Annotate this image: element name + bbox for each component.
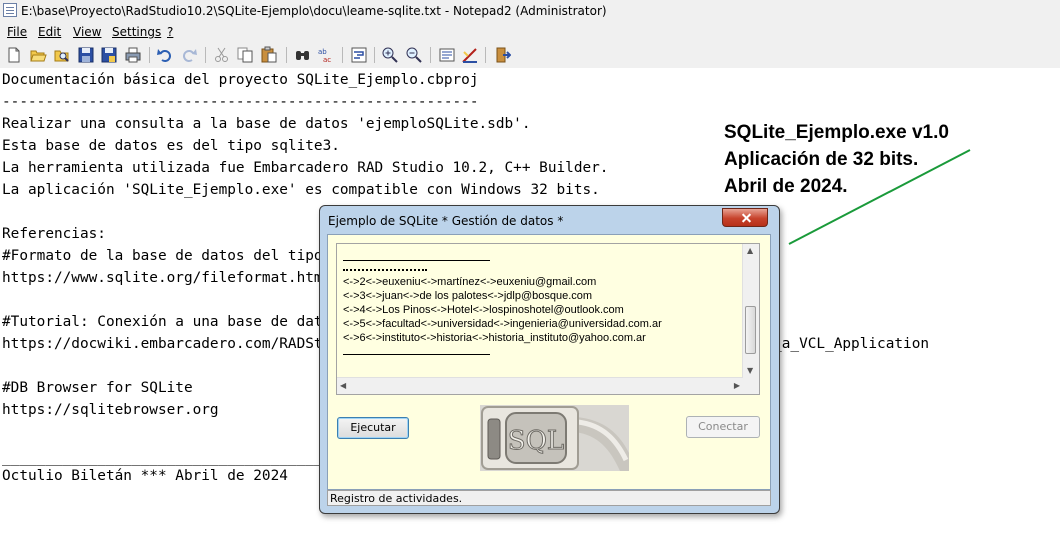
- record-row: <->4<->Los Pinos<->Hotel<->lospinoshotel…: [343, 304, 624, 316]
- scrollbar-thumb[interactable]: [745, 306, 756, 354]
- sqlite-dialog: Ejemplo de SQLite * Gestión de datos * <…: [319, 205, 780, 514]
- dialog-client-area: <->2<->euxeniu<->martínez<->euxeniu@gmai…: [327, 234, 771, 490]
- dialog-status-bar: Registro de actividades.: [327, 490, 771, 506]
- memo-separator: [343, 354, 490, 355]
- scroll-up-arrow-icon[interactable]: ▲: [747, 246, 753, 255]
- record-row: <->3<->juan<->de los palotes<->jdlp@bosq…: [343, 290, 593, 302]
- status-text: Registro de actividades.: [330, 492, 463, 505]
- dialog-title: Ejemplo de SQLite * Gestión de datos *: [328, 214, 564, 228]
- memo-vertical-scrollbar[interactable]: ▲ ▼: [742, 244, 759, 380]
- execute-button[interactable]: Ejecutar: [337, 417, 409, 439]
- scroll-left-arrow-icon[interactable]: ◀: [340, 381, 346, 390]
- record-row: <->5<->facultad<->universidad<->ingenier…: [343, 318, 662, 330]
- records-memo[interactable]: <->2<->euxeniu<->martínez<->euxeniu@gmai…: [336, 243, 760, 395]
- scrollbar-corner: [743, 378, 759, 394]
- scroll-right-arrow-icon[interactable]: ▶: [734, 381, 740, 390]
- sql-image-label: SQL: [508, 426, 564, 456]
- connect-button[interactable]: Conectar: [686, 416, 760, 438]
- memo-horizontal-scrollbar[interactable]: ◀ ▶: [337, 377, 743, 394]
- memo-dotted-separator: [343, 269, 427, 271]
- memo-separator: [343, 260, 490, 261]
- record-row: <->2<->euxeniu<->martínez<->euxeniu@gmai…: [343, 276, 597, 288]
- record-row: <->6<->instituto<->historia<->historia_i…: [343, 332, 646, 344]
- scroll-down-arrow-icon[interactable]: ▼: [747, 366, 753, 375]
- sql-connector-image: SQL: [480, 405, 629, 471]
- dialog-close-button[interactable]: [722, 208, 768, 227]
